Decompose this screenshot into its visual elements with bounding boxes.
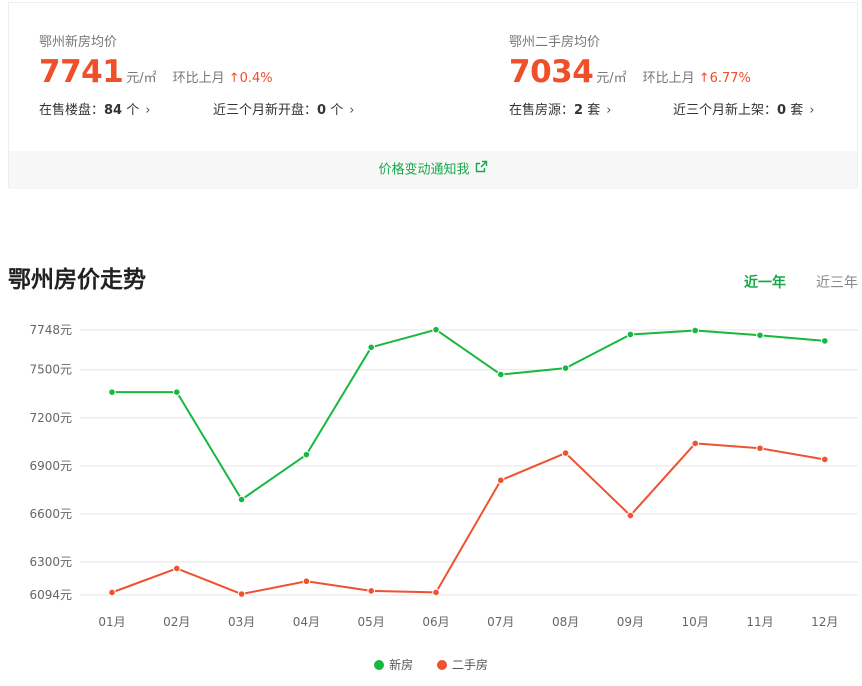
data-point-second[interactable]	[821, 455, 829, 464]
data-point-second[interactable]	[756, 444, 764, 453]
new-openings-label: 近三个月新开盘：	[213, 103, 318, 118]
data-point-new[interactable]	[367, 343, 376, 352]
data-point-second[interactable]	[497, 476, 505, 485]
price-change-notify-button[interactable]: 价格变动通知我	[9, 151, 857, 189]
data-point-new[interactable]	[691, 326, 700, 335]
on-sale-listings-link[interactable]: 在售房源：2 套 ›	[509, 99, 673, 118]
second-hand-price-unit: 元/㎡	[596, 71, 627, 86]
second-hand-stats: 在售房源：2 套 › 近三个月新上架：0 套 ›	[509, 99, 814, 118]
new-house-price: 7741	[39, 54, 124, 90]
data-point-new[interactable]	[302, 450, 311, 459]
data-point-new[interactable]	[237, 495, 246, 504]
data-point-new[interactable]	[626, 330, 635, 339]
x-tick-label: 10月	[682, 615, 709, 629]
new-listings-label: 近三个月新上架：	[673, 103, 778, 118]
x-tick-label: 12月	[811, 615, 838, 629]
y-tick-label: 6600元	[29, 507, 72, 521]
on-sale-projects-unit: 个	[122, 103, 140, 118]
tab-one-year[interactable]: 近一年	[744, 272, 786, 292]
x-tick-label: 08月	[552, 615, 579, 629]
new-listings-count: 0	[777, 103, 787, 118]
data-point-new[interactable]	[561, 364, 570, 372]
on-sale-listings-label: 在售房源：	[509, 103, 575, 118]
second-hand-mom-label: 环比上月	[642, 71, 695, 86]
y-tick-label: 6300元	[29, 555, 72, 569]
data-point-second[interactable]	[626, 511, 635, 520]
chevron-right-icon: ›	[606, 103, 612, 118]
data-point-second[interactable]	[302, 577, 311, 586]
legend-label-new: 新房	[389, 658, 414, 672]
data-point-new[interactable]	[173, 388, 181, 396]
new-openings-link[interactable]: 近三个月新开盘：0 个 ›	[213, 99, 354, 118]
x-tick-label: 07月	[487, 615, 514, 629]
data-point-second[interactable]	[367, 587, 376, 595]
data-point-new[interactable]	[108, 388, 116, 396]
second-hand-mom: 环比上月 ↑6.77%	[643, 67, 751, 86]
y-tick-label: 7500元	[29, 363, 72, 377]
chevron-right-icon: ›	[809, 103, 815, 118]
new-house-mom-label: 环比上月	[172, 71, 225, 86]
new-house-price-row: 7741 元/㎡ 环比上月 ↑0.4%	[39, 55, 354, 89]
data-point-second[interactable]	[561, 449, 570, 457]
new-listings-link[interactable]: 近三个月新上架：0 套 ›	[673, 99, 814, 118]
data-point-second[interactable]	[432, 588, 440, 597]
series-line-new	[112, 328, 825, 501]
data-point-new[interactable]	[821, 337, 829, 345]
second-hand-mom-value: 6.77%	[709, 71, 751, 86]
data-point-new[interactable]	[756, 331, 764, 340]
price-change-notify-label: 价格变动通知我	[378, 162, 470, 178]
y-tick-label: 6094元	[29, 588, 72, 602]
x-tick-label: 02月	[163, 615, 190, 629]
data-point-new[interactable]	[432, 325, 440, 334]
data-point-second[interactable]	[691, 439, 700, 448]
data-point-second[interactable]	[108, 588, 116, 597]
price-summary-card: 鄂州新房均价 7741 元/㎡ 环比上月 ↑0.4% 在售楼盘：84 个 › 近三个月新开…	[8, 2, 858, 189]
new-house-title: 鄂州新房均价	[39, 35, 118, 50]
y-tick-label: 6900元	[29, 459, 72, 473]
x-tick-label: 06月	[422, 615, 449, 629]
legend-dot-new	[374, 660, 385, 670]
on-sale-listings-count: 2	[574, 103, 584, 118]
on-sale-projects-link[interactable]: 在售楼盘：84 个 ›	[39, 99, 213, 118]
new-house-price-unit: 元/㎡	[126, 71, 157, 86]
new-openings-unit: 个	[326, 103, 344, 118]
new-openings-count: 0	[317, 103, 327, 118]
chevron-right-icon: ›	[349, 103, 355, 118]
trend-title: 鄂州房价走势	[8, 267, 146, 293]
second-hand-price: 7034	[509, 54, 594, 90]
price-trend-chart: 6094元 6300元 6600元 6900元 7200元 7500元 7748元 01月 02…	[29, 323, 858, 629]
on-sale-listings-unit: 套	[583, 103, 601, 118]
up-arrow-icon: ↑	[698, 71, 710, 86]
y-tick-label: 7200元	[29, 411, 72, 425]
x-tick-label: 05月	[358, 615, 385, 629]
legend-label-second: 二手房	[451, 658, 488, 672]
data-point-second[interactable]	[173, 564, 181, 573]
legend-item-second[interactable]: 二手房	[436, 656, 488, 673]
new-house-summary: 鄂州新房均价 7741 元/㎡ 环比上月 ↑0.4% 在售楼盘：84 个 › 近三个月新开…	[39, 35, 354, 118]
y-tick-label: 7748元	[29, 323, 72, 337]
on-sale-projects-label: 在售楼盘：	[39, 103, 105, 118]
x-tick-label: 03月	[228, 615, 255, 629]
new-house-mom: 环比上月 ↑0.4%	[173, 67, 273, 86]
second-hand-summary: 鄂州二手房均价 7034 元/㎡ 环比上月 ↑6.77% 在售房源：2 套 › 近三个月新…	[509, 35, 814, 118]
legend-item-new[interactable]: 新房	[374, 656, 413, 673]
second-hand-price-row: 7034 元/㎡ 环比上月 ↑6.77%	[509, 55, 814, 89]
second-hand-title: 鄂州二手房均价	[509, 35, 601, 50]
x-tick-label: 09月	[617, 615, 644, 629]
data-point-second[interactable]	[237, 590, 246, 598]
on-sale-projects-count: 84	[104, 103, 123, 118]
chevron-right-icon: ›	[145, 103, 151, 118]
legend-dot-second	[436, 660, 447, 670]
new-listings-unit: 套	[786, 103, 804, 118]
tab-three-years[interactable]: 近三年	[816, 272, 858, 292]
data-point-new[interactable]	[497, 370, 505, 379]
x-tick-label: 04月	[293, 615, 320, 629]
x-tick-label: 11月	[746, 615, 773, 629]
chart-legend: 新房 二手房	[0, 656, 862, 673]
new-house-mom-value: 0.4%	[239, 71, 273, 86]
new-house-stats: 在售楼盘：84 个 › 近三个月新开盘：0 个 ›	[39, 99, 354, 118]
external-link-icon	[475, 151, 488, 189]
up-arrow-icon: ↑	[228, 71, 240, 86]
x-tick-label: 01月	[98, 615, 125, 629]
